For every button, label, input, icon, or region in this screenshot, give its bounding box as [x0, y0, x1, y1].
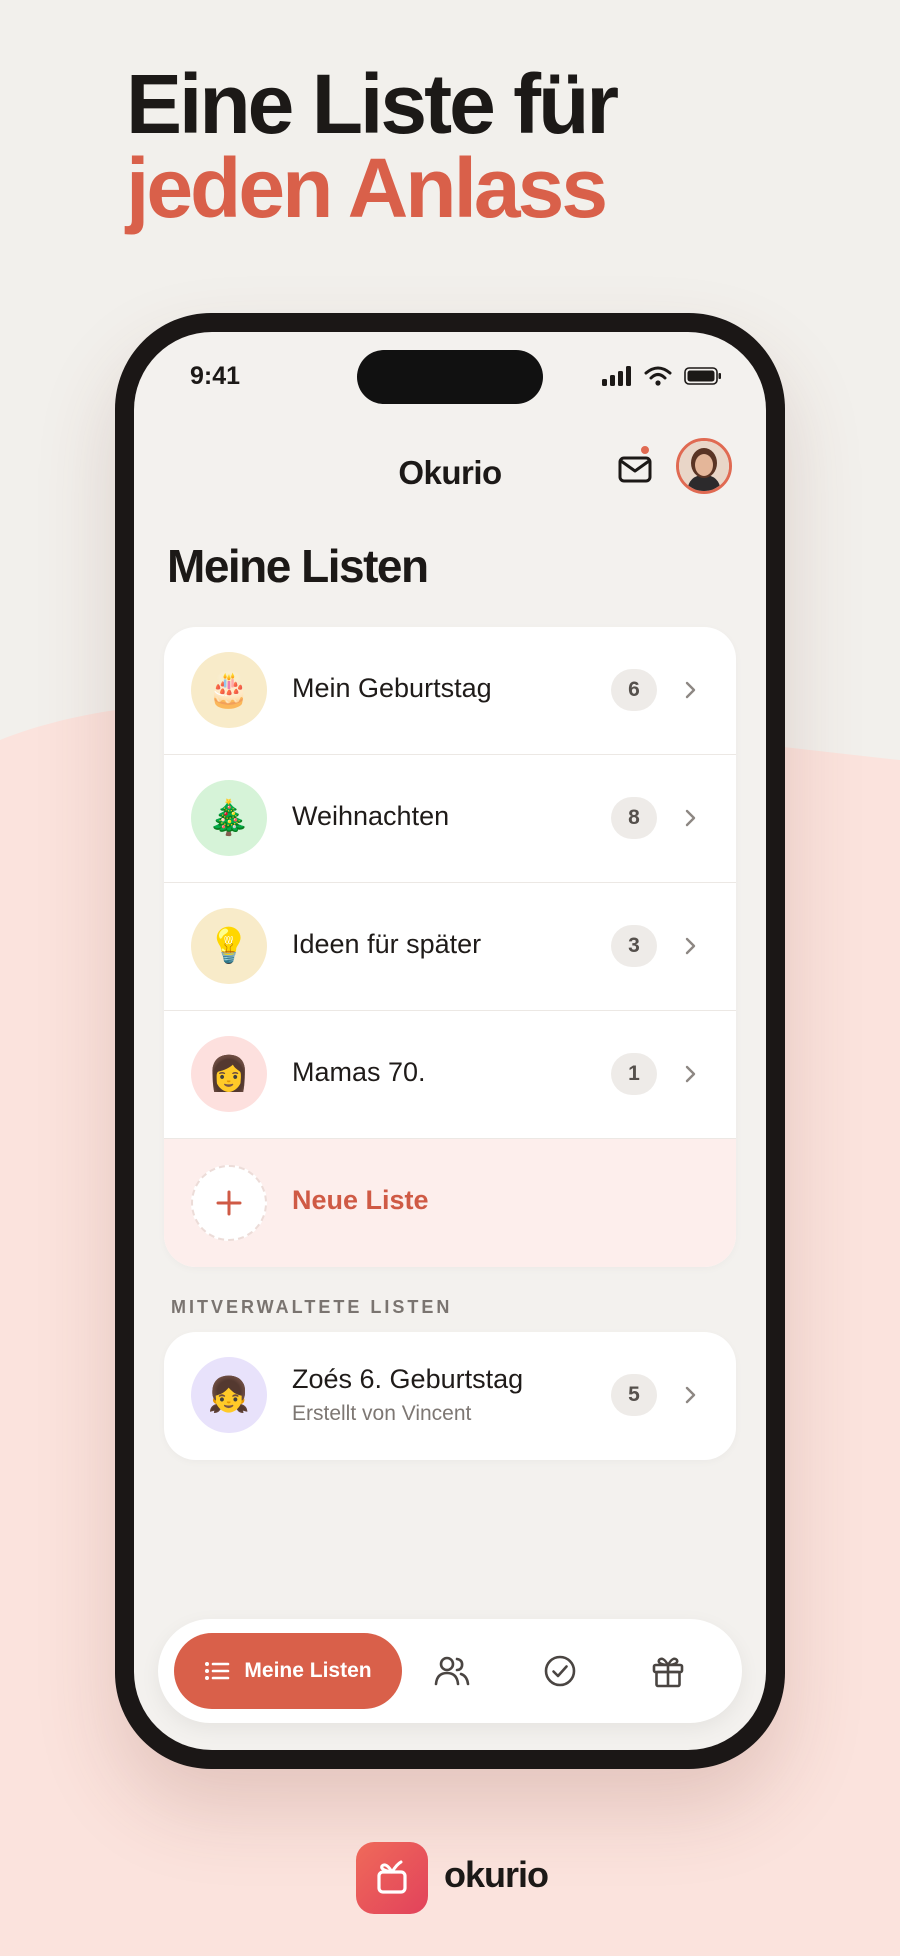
- check-circle-icon[interactable]: [540, 1651, 580, 1691]
- list-item[interactable]: 🎄 Weihnachten 8: [164, 755, 736, 883]
- list-item-label: Weihnachten: [292, 801, 450, 831]
- chevron-right-icon: [685, 937, 696, 955]
- cake-icon: 🎂: [191, 652, 267, 728]
- count-badge: 3: [611, 925, 657, 967]
- gift-icon[interactable]: [648, 1651, 688, 1691]
- section-title: MITVERWALTETE LISTEN: [171, 1297, 453, 1317]
- wifi-icon: [644, 366, 672, 386]
- list-item-label: Mamas 70.: [292, 1057, 426, 1087]
- count-badge: 8: [611, 797, 657, 839]
- signal-icon: [602, 366, 631, 386]
- status-time: 9:41: [190, 362, 241, 390]
- page-title: Meine Listen: [167, 540, 429, 592]
- headline-line-1: Eine Liste für: [126, 57, 619, 151]
- new-list-label: Neue Liste: [292, 1185, 429, 1215]
- profile-photo-icon: [679, 441, 729, 491]
- list-item[interactable]: 👧 Zoés 6. Geburtstag Erstellt von Vincen…: [164, 1332, 736, 1460]
- phone-frame: 9:41 Okurio Meine Listen 🎂 Mein Geburtst…: [115, 313, 785, 1769]
- avatar[interactable]: [676, 438, 732, 494]
- brand-logo-icon: [356, 1842, 428, 1914]
- brand-name: okurio: [444, 1854, 549, 1895]
- dynamic-island: [357, 350, 543, 404]
- list-item[interactable]: 💡 Ideen für später 3: [164, 883, 736, 1011]
- shared-lists-card: 👧 Zoés 6. Geburtstag Erstellt von Vincen…: [164, 1332, 736, 1460]
- list-icon: [205, 1662, 230, 1680]
- tab-bar: Meine Listen: [158, 1619, 742, 1723]
- list-item-label: Zoés 6. Geburtstag: [292, 1364, 524, 1394]
- christmas-tree-icon: 🎄: [191, 780, 267, 856]
- headline: Eine Liste für jeden Anlass: [126, 57, 619, 235]
- list-item[interactable]: 🎂 Mein Geburtstag 6: [164, 627, 736, 755]
- woman-icon: 👩: [191, 1036, 267, 1112]
- battery-icon: [684, 367, 721, 385]
- list-item-label: Ideen für später: [292, 929, 482, 959]
- chevron-right-icon: [685, 1065, 696, 1083]
- app-title: Okurio: [398, 454, 502, 491]
- lightbulb-icon: 💡: [191, 908, 267, 984]
- girl-icon: 👧: [191, 1357, 267, 1433]
- mail-icon[interactable]: [616, 450, 656, 490]
- list-item[interactable]: 👩 Mamas 70. 1: [164, 1011, 736, 1139]
- tab-meine-listen-label: Meine Listen: [244, 1659, 372, 1682]
- count-badge: 6: [611, 669, 657, 711]
- notification-dot: [639, 444, 651, 456]
- chevron-right-icon: [685, 809, 696, 827]
- count-badge: 5: [611, 1374, 657, 1416]
- chevron-right-icon: [685, 1386, 696, 1404]
- people-icon[interactable]: [432, 1651, 472, 1691]
- chevron-right-icon: [685, 681, 696, 699]
- phone-screen: 9:41 Okurio Meine Listen 🎂 Mein Geburtst…: [134, 332, 766, 1750]
- new-list-button[interactable]: Neue Liste: [164, 1139, 736, 1267]
- list-item-subtitle: Erstellt von Vincent: [292, 1402, 472, 1425]
- plus-icon: [191, 1165, 267, 1241]
- headline-line-2: jeden Anlass: [126, 141, 608, 235]
- count-badge: 1: [611, 1053, 657, 1095]
- list-item-label: Mein Geburtstag: [292, 673, 492, 703]
- lists-card: 🎂 Mein Geburtstag 6 🎄 Weihnachten 8 💡 Id…: [164, 627, 736, 1267]
- status-icons: [602, 366, 722, 386]
- tab-meine-listen[interactable]: Meine Listen: [174, 1633, 402, 1709]
